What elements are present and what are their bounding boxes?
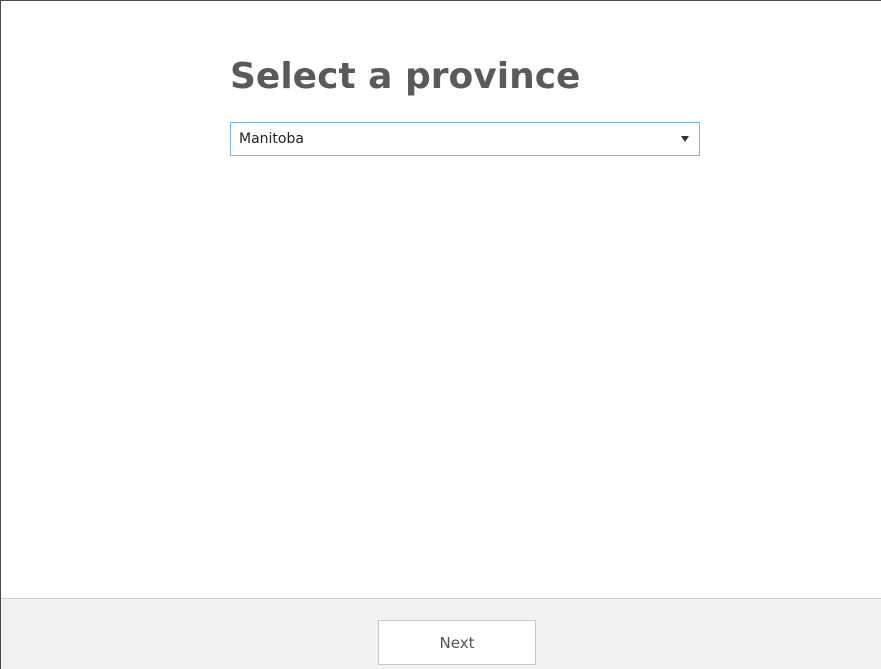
dropdown-arrow-icon: [681, 136, 689, 142]
main-content: Select a province Manitoba: [1, 1, 881, 598]
province-selected-value: Manitoba: [239, 131, 304, 147]
footer-bar: Next: [1, 598, 881, 669]
next-button[interactable]: Next: [378, 620, 536, 665]
wizard-window: Select a province Manitoba Next: [0, 0, 881, 669]
page-title: Select a province: [230, 56, 581, 97]
province-dropdown[interactable]: Manitoba: [230, 122, 700, 156]
